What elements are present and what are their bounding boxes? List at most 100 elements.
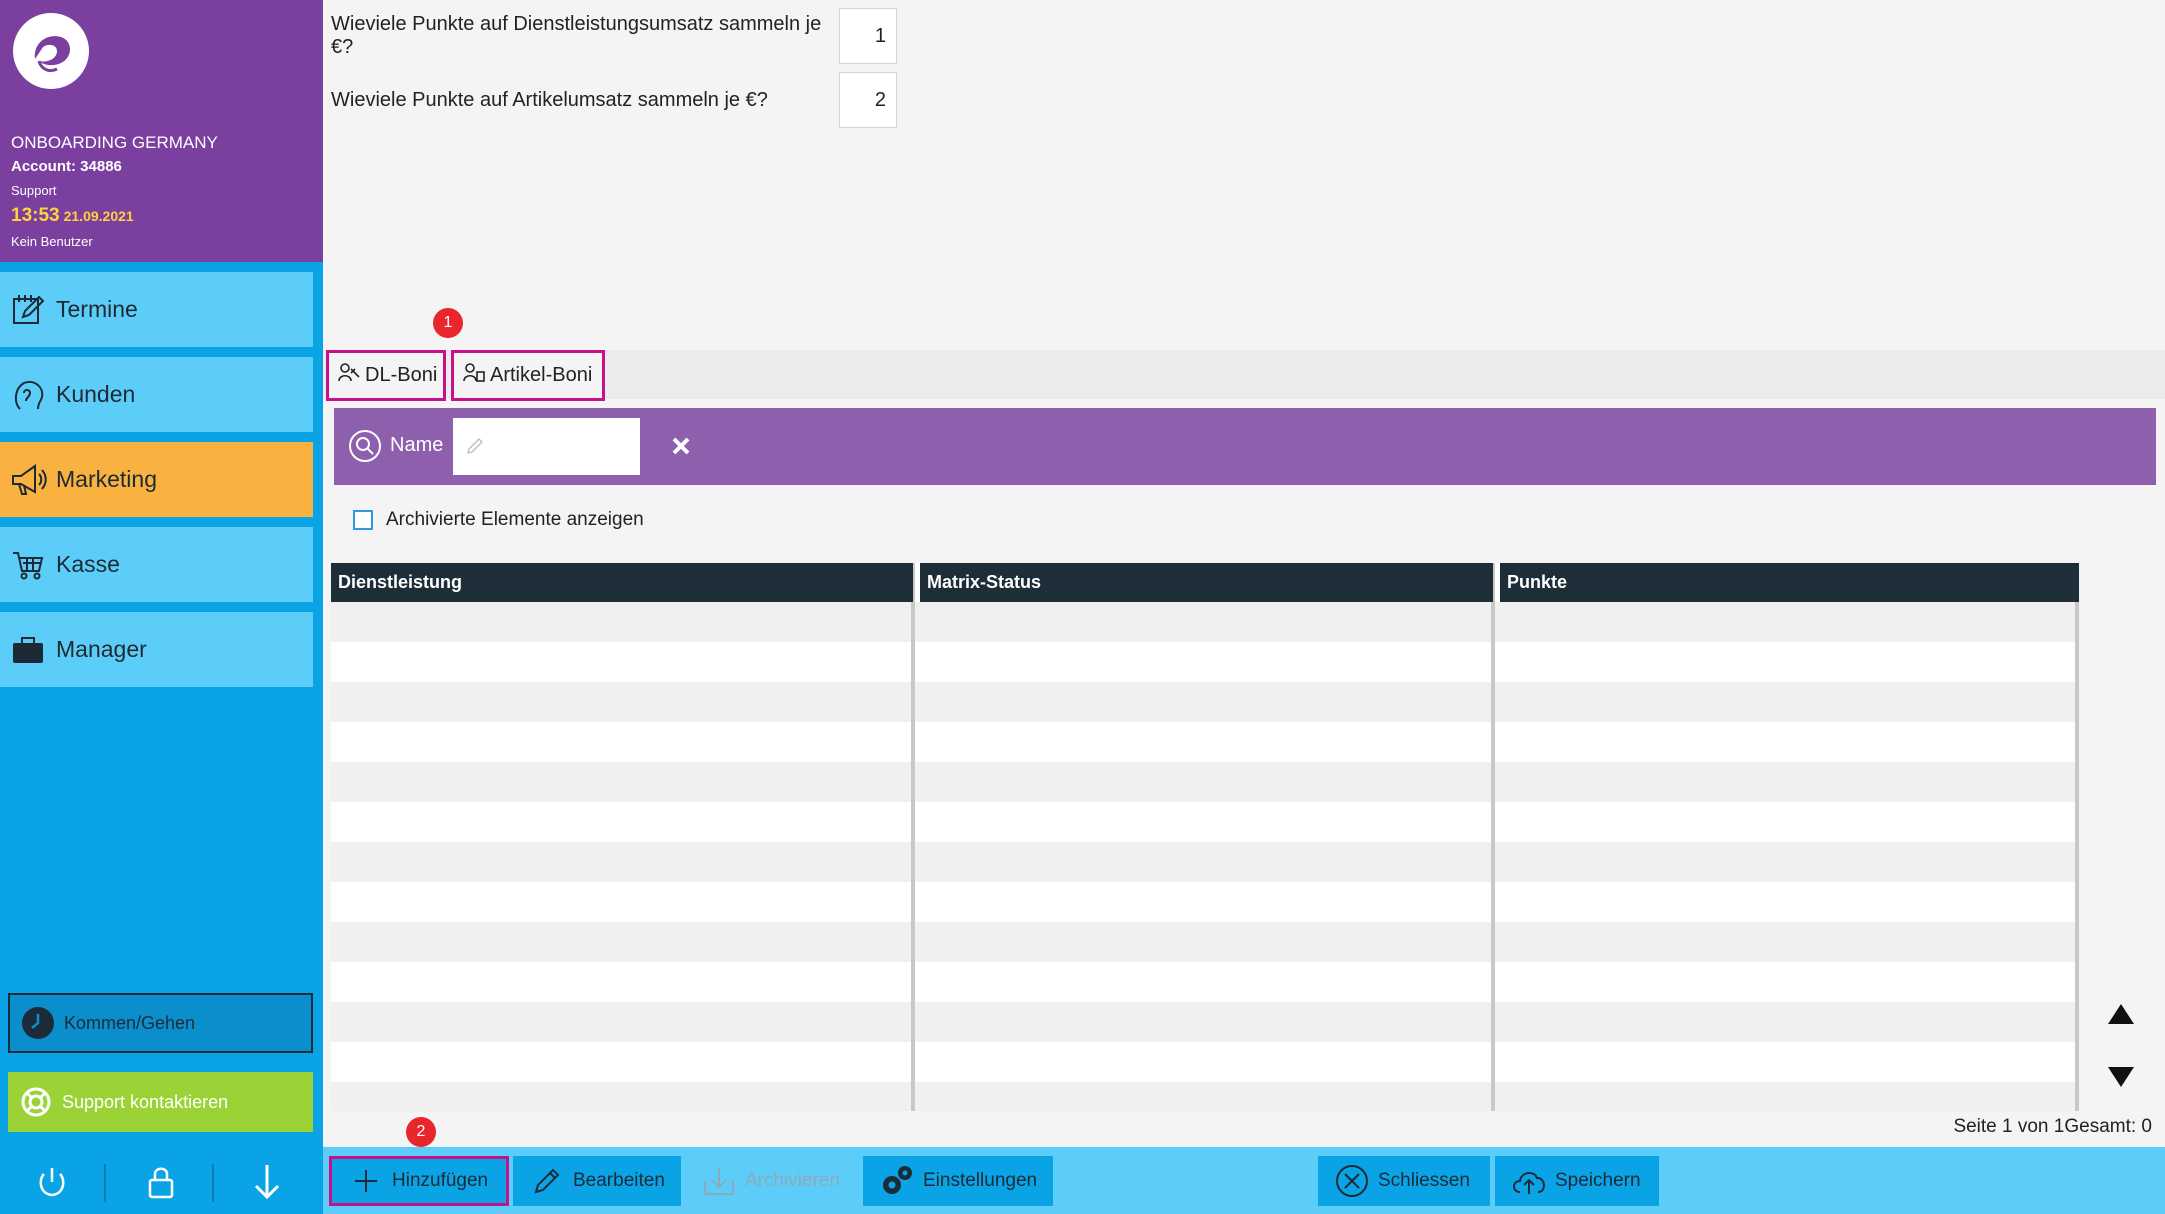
scroll-down-icon[interactable]: [2105, 1063, 2137, 1091]
points-service-input[interactable]: [839, 8, 897, 64]
save-button[interactable]: Speichern: [1495, 1156, 1659, 1206]
table-row: [331, 722, 2079, 762]
settings-button[interactable]: Einstellungen: [863, 1156, 1053, 1206]
column-divider: [911, 563, 915, 1111]
step-badge-2: 2: [406, 1117, 436, 1147]
calendar-edit-icon: [0, 272, 56, 347]
column-divider: [2075, 563, 2079, 1111]
edit-button[interactable]: Bearbeiten: [513, 1156, 681, 1206]
nav-manager[interactable]: Manager: [0, 612, 313, 687]
user-role: Support: [11, 183, 57, 198]
tab-artikel-boni[interactable]: Artikel-Boni: [451, 350, 605, 401]
table-row: [331, 882, 2079, 922]
clock: 13:53 21.09.2021: [11, 205, 134, 227]
clock-date: 21.09.2021: [63, 208, 134, 224]
customer-head-icon: [0, 357, 56, 432]
bottom-toolbar: Hinzufügen Bearbeiten Archivieren Einste…: [323, 1147, 2165, 1214]
table-row: [331, 922, 2079, 962]
gears-icon: [877, 1161, 917, 1201]
table-row: [331, 642, 2079, 682]
archive-button[interactable]: Archivieren: [685, 1156, 855, 1206]
plus-icon: [346, 1161, 386, 1201]
settings-button-label: Einstellungen: [923, 1170, 1038, 1191]
nav-label: Manager: [56, 636, 147, 662]
nav-label: Kasse: [56, 551, 120, 577]
points-article-input[interactable]: [839, 72, 897, 128]
kommen-gehen-label: Kommen/Gehen: [64, 1012, 196, 1033]
save-button-label: Speichern: [1555, 1170, 1641, 1191]
close-button-label: Schliessen: [1378, 1170, 1470, 1191]
table-row: [331, 1042, 2079, 1082]
table-row: [331, 802, 2079, 842]
filter-bar: Name: [334, 408, 2156, 485]
column-header-matrix-status[interactable]: Matrix-Status: [920, 563, 1493, 602]
clock-icon: [20, 1005, 56, 1041]
table-row: [331, 962, 2079, 1002]
footer-divider: [212, 1164, 214, 1202]
lock-icon[interactable]: [137, 1158, 185, 1206]
table-row: [331, 1082, 2079, 1111]
arrow-down-icon[interactable]: [243, 1158, 291, 1206]
tab-dl-boni[interactable]: DL-Boni: [326, 350, 446, 401]
app-logo: [13, 13, 89, 89]
table-row: [331, 602, 2079, 642]
account-number: Account: 34886: [11, 158, 122, 175]
pencil-icon: [465, 436, 485, 461]
megaphone-icon: [0, 442, 56, 517]
search-icon: [348, 429, 382, 463]
close-icon[interactable]: [669, 434, 693, 458]
current-user: Kein Benutzer: [11, 234, 93, 249]
sidebar-header: ONBOARDING GERMANY Account: 34886 Suppor…: [0, 0, 323, 262]
article-person-icon: [462, 361, 486, 390]
pagination-info: Seite 1 von 1Gesamt: 0: [1953, 1116, 2152, 1137]
lifebuoy-icon: [18, 1084, 54, 1120]
nav-termine[interactable]: Termine: [0, 272, 313, 347]
table-row: [331, 842, 2079, 882]
kommen-gehen-button[interactable]: Kommen/Gehen: [8, 993, 313, 1053]
sidebar-footer: [0, 1148, 323, 1214]
nav-kasse[interactable]: Kasse: [0, 527, 313, 602]
support-button[interactable]: Support kontaktieren: [8, 1072, 313, 1132]
support-label: Support kontaktieren: [62, 1091, 229, 1112]
points-service-label: Wieviele Punkte auf Dienstleistungsumsat…: [331, 13, 822, 58]
scroll-up-icon[interactable]: [2105, 1000, 2137, 1028]
archive-button-label: Archivieren: [745, 1170, 841, 1191]
service-person-icon: [337, 361, 361, 390]
nav-label: Marketing: [56, 466, 157, 492]
column-divider: [1491, 563, 1495, 1111]
table-row: [331, 1002, 2079, 1042]
archive-checkbox-label: Archivierte Elemente anzeigen: [386, 509, 644, 530]
footer-divider: [104, 1164, 106, 1202]
name-filter-label: Name: [390, 434, 444, 456]
cart-icon: [0, 527, 56, 602]
nav-kunden[interactable]: Kunden: [0, 357, 313, 432]
archive-download-icon: [699, 1161, 739, 1201]
table-row: [331, 762, 2079, 802]
points-article-label: Wieviele Punkte auf Artikelumsatz sammel…: [331, 88, 768, 111]
column-header-dienstleistung[interactable]: Dienstleistung: [331, 563, 913, 602]
nav-marketing[interactable]: Marketing: [0, 442, 313, 517]
table-row: [331, 682, 2079, 722]
step-badge-1: 1: [433, 308, 463, 338]
clock-time: 13:53: [11, 205, 60, 226]
points-service-row: Wieviele Punkte auf Dienstleistungsumsat…: [331, 8, 897, 64]
pencil-icon: [527, 1161, 567, 1201]
nav-label: Kunden: [56, 381, 136, 407]
add-button[interactable]: Hinzufügen: [329, 1156, 509, 1206]
org-name: ONBOARDING GERMANY: [11, 133, 218, 152]
column-header-punkte[interactable]: Punkte: [1500, 563, 2079, 602]
archive-checkbox[interactable]: [353, 510, 373, 530]
sidebar: ONBOARDING GERMANY Account: 34886 Suppor…: [0, 0, 323, 1214]
close-circle-icon: [1332, 1161, 1372, 1201]
points-article-row: Wieviele Punkte auf Artikelumsatz sammel…: [331, 72, 897, 128]
power-icon[interactable]: [28, 1158, 76, 1206]
edit-button-label: Bearbeiten: [573, 1170, 665, 1191]
name-filter-input[interactable]: [453, 418, 640, 475]
close-button[interactable]: Schliessen: [1318, 1156, 1490, 1206]
cloud-upload-icon: [1509, 1161, 1549, 1201]
nav-label: Termine: [56, 296, 138, 322]
briefcase-icon: [0, 612, 56, 687]
tab-label: DL-Boni: [365, 364, 438, 386]
tab-label: Artikel-Boni: [490, 364, 593, 386]
add-button-label: Hinzufügen: [392, 1170, 489, 1191]
